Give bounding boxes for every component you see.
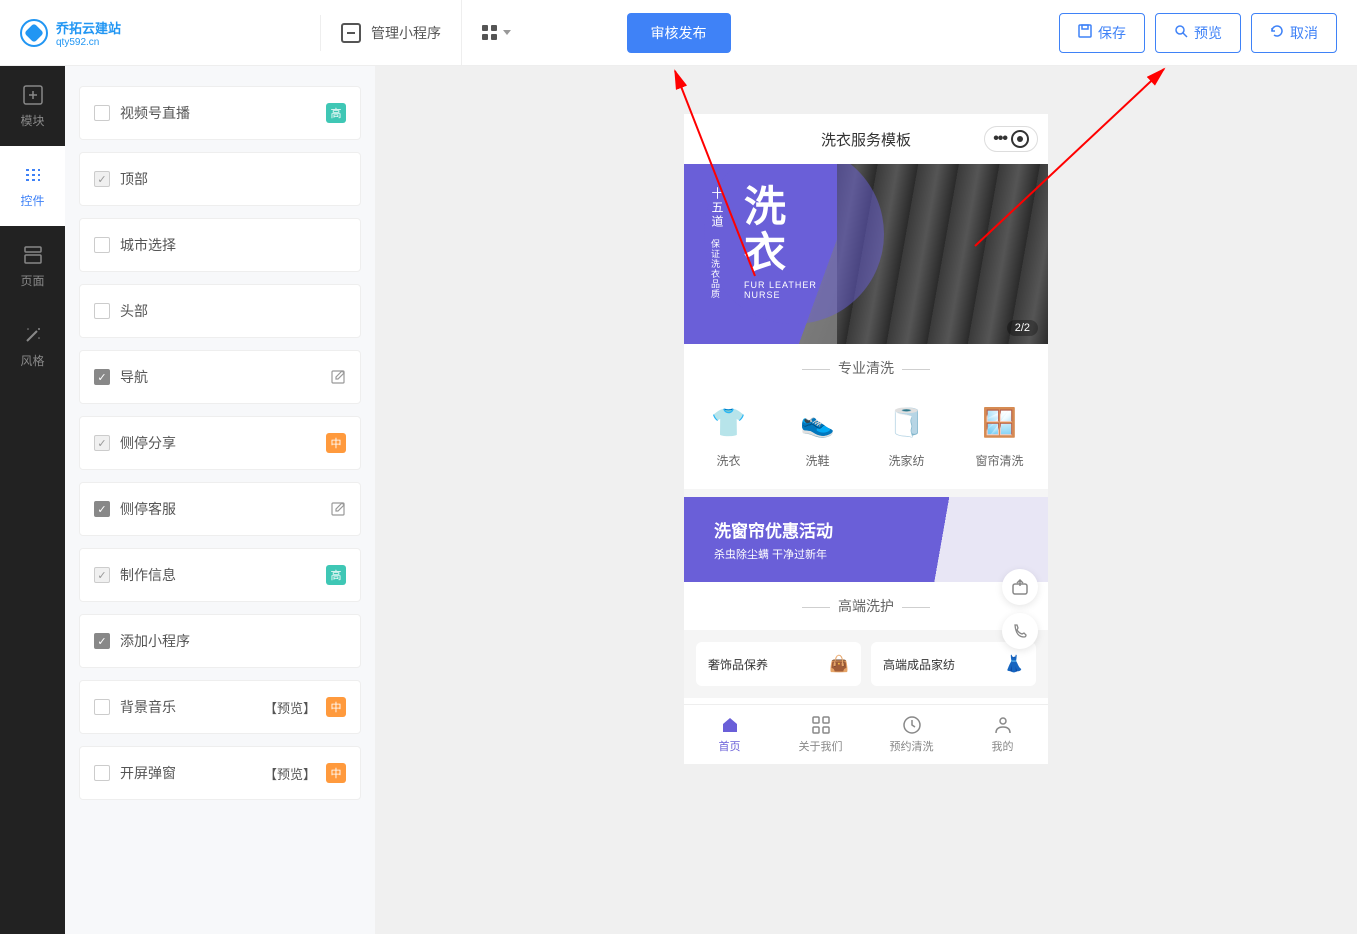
publish-button[interactable]: 审核发布 bbox=[627, 13, 731, 53]
premium-row: 奢饰品保养 👜 高端成品家纺 👗 bbox=[684, 630, 1048, 698]
tab-booking[interactable]: 预约清洗 bbox=[866, 705, 957, 764]
cancel-button[interactable]: 取消 bbox=[1251, 13, 1337, 53]
save-icon bbox=[1078, 24, 1092, 41]
home-icon bbox=[720, 715, 740, 735]
hero-banner[interactable]: 十五道 保证洗衣品质 洗 衣 FUR LEATHER NURSE 2/2 bbox=[684, 164, 1048, 344]
badge-high: 高 bbox=[326, 103, 346, 123]
checkbox[interactable] bbox=[94, 567, 110, 583]
services-row: 👕 洗衣 👟 洗鞋 🧻 洗家纺 🪟 窗帘清洗 bbox=[684, 392, 1048, 489]
control-nav[interactable]: 导航 bbox=[79, 350, 361, 404]
grid-icon bbox=[811, 715, 831, 735]
dress-icon: 👗 bbox=[1004, 654, 1024, 674]
service-shoes[interactable]: 👟 洗鞋 bbox=[797, 402, 837, 469]
preview-button[interactable]: 预览 bbox=[1155, 13, 1241, 53]
edit-icon[interactable] bbox=[330, 369, 346, 385]
badge-mid: 中 bbox=[326, 433, 346, 453]
section-title-premium: 高端洗护 bbox=[684, 582, 1048, 630]
chevron-down-icon bbox=[503, 30, 511, 35]
clock-icon bbox=[902, 715, 922, 735]
carousel-pager: 2/2 bbox=[1007, 320, 1038, 336]
logo-area[interactable]: 乔拓云建站 qty592.cn bbox=[20, 18, 300, 48]
save-button[interactable]: 保存 bbox=[1059, 13, 1145, 53]
grid-icon bbox=[482, 25, 497, 40]
miniapp-capsule[interactable]: ••• bbox=[984, 126, 1038, 152]
checkbox[interactable] bbox=[94, 765, 110, 781]
wand-icon bbox=[22, 324, 44, 346]
pages-icon bbox=[22, 244, 44, 266]
search-icon bbox=[1174, 24, 1188, 41]
towel-icon: 🧻 bbox=[886, 402, 926, 442]
phone-title: 洗衣服务模板 bbox=[821, 129, 911, 150]
control-city-select[interactable]: 城市选择 bbox=[79, 218, 361, 272]
divider bbox=[461, 0, 462, 66]
promo-banner[interactable]: 洗窗帘优惠活动 杀虫除尘螨 干净过新年 bbox=[684, 497, 1048, 582]
sliders-icon bbox=[22, 164, 44, 186]
phone-float-button[interactable] bbox=[1002, 613, 1038, 649]
top-header: 乔拓云建站 qty592.cn 管理小程序 审核发布 保存 预览 bbox=[0, 0, 1357, 66]
checkbox[interactable] bbox=[94, 633, 110, 649]
share-float-button[interactable] bbox=[1002, 569, 1038, 605]
control-side-service[interactable]: 侧停客服 bbox=[79, 482, 361, 536]
undo-icon bbox=[1270, 24, 1284, 41]
logo-sub: qty592.cn bbox=[56, 37, 121, 48]
control-side-share[interactable]: 侧停分享 中 bbox=[79, 416, 361, 470]
preview-label: 【预览】 bbox=[264, 698, 316, 717]
control-top[interactable]: 顶部 bbox=[79, 152, 361, 206]
tab-about[interactable]: 关于我们 bbox=[775, 705, 866, 764]
manage-text: 管理小程序 bbox=[371, 23, 441, 43]
canvas-area: 洗衣服务模板 ••• 十五道 保证洗衣品质 洗 衣 FUR LEATHER bbox=[375, 66, 1357, 934]
control-video-live[interactable]: 视频号直播 高 bbox=[79, 86, 361, 140]
checkbox[interactable] bbox=[94, 237, 110, 253]
control-make-info[interactable]: 制作信息 高 bbox=[79, 548, 361, 602]
control-add-miniapp[interactable]: 添加小程序 bbox=[79, 614, 361, 668]
control-header[interactable]: 头部 bbox=[79, 284, 361, 338]
service-textile[interactable]: 🧻 洗家纺 bbox=[886, 402, 926, 469]
user-icon bbox=[993, 715, 1013, 735]
bag-icon: 👜 bbox=[829, 654, 849, 674]
manage-miniapp-link[interactable]: 管理小程序 bbox=[341, 23, 441, 43]
badge-mid: 中 bbox=[326, 763, 346, 783]
nav-modules[interactable]: 模块 bbox=[0, 66, 65, 146]
checkbox[interactable] bbox=[94, 303, 110, 319]
app-grid-dropdown[interactable] bbox=[482, 25, 511, 40]
dots-icon: ••• bbox=[993, 130, 1007, 148]
premium-luxury[interactable]: 奢饰品保养 👜 bbox=[696, 642, 861, 686]
tab-mine[interactable]: 我的 bbox=[957, 705, 1048, 764]
target-icon bbox=[1011, 130, 1029, 148]
float-buttons bbox=[1002, 569, 1038, 649]
tab-home[interactable]: 首页 bbox=[684, 705, 775, 764]
divider bbox=[320, 15, 321, 51]
checkbox[interactable] bbox=[94, 501, 110, 517]
plus-square-icon bbox=[22, 84, 44, 106]
checkbox[interactable] bbox=[94, 171, 110, 187]
control-splash-popup[interactable]: 开屏弹窗 【预览】 中 bbox=[79, 746, 361, 800]
phone-header: 洗衣服务模板 ••• bbox=[684, 114, 1048, 164]
preview-label: 【预览】 bbox=[264, 764, 316, 783]
badge-high: 高 bbox=[326, 565, 346, 585]
badge-mid: 中 bbox=[326, 697, 346, 717]
service-laundry[interactable]: 👕 洗衣 bbox=[708, 402, 748, 469]
checkbox[interactable] bbox=[94, 369, 110, 385]
nav-style[interactable]: 风格 bbox=[0, 306, 65, 386]
left-nav: 模块 控件 页面 风格 bbox=[0, 66, 65, 934]
nav-pages[interactable]: 页面 bbox=[0, 226, 65, 306]
tabbar: 首页 关于我们 预约清洗 bbox=[684, 704, 1048, 764]
chart-icon bbox=[341, 23, 361, 43]
nav-controls[interactable]: 控件 bbox=[0, 146, 65, 226]
shoe-icon: 👟 bbox=[797, 402, 837, 442]
checkbox[interactable] bbox=[94, 105, 110, 121]
control-bgm[interactable]: 背景音乐 【预览】 中 bbox=[79, 680, 361, 734]
checkbox[interactable] bbox=[94, 435, 110, 451]
logo-title: 乔拓云建站 bbox=[56, 18, 121, 37]
curtain-icon: 🪟 bbox=[979, 402, 1019, 442]
section-title-cleaning: 专业清洗 bbox=[684, 344, 1048, 392]
controls-panel: 视频号直播 高 顶部 城市选择 头部 导航 侧停分享 中 bbox=[65, 66, 375, 934]
service-curtain[interactable]: 🪟 窗帘清洗 bbox=[975, 402, 1023, 469]
phone-preview: 洗衣服务模板 ••• 十五道 保证洗衣品质 洗 衣 FUR LEATHER bbox=[684, 114, 1048, 764]
edit-icon[interactable] bbox=[330, 501, 346, 517]
shirt-icon: 👕 bbox=[708, 402, 748, 442]
logo-icon bbox=[20, 19, 48, 47]
checkbox[interactable] bbox=[94, 699, 110, 715]
